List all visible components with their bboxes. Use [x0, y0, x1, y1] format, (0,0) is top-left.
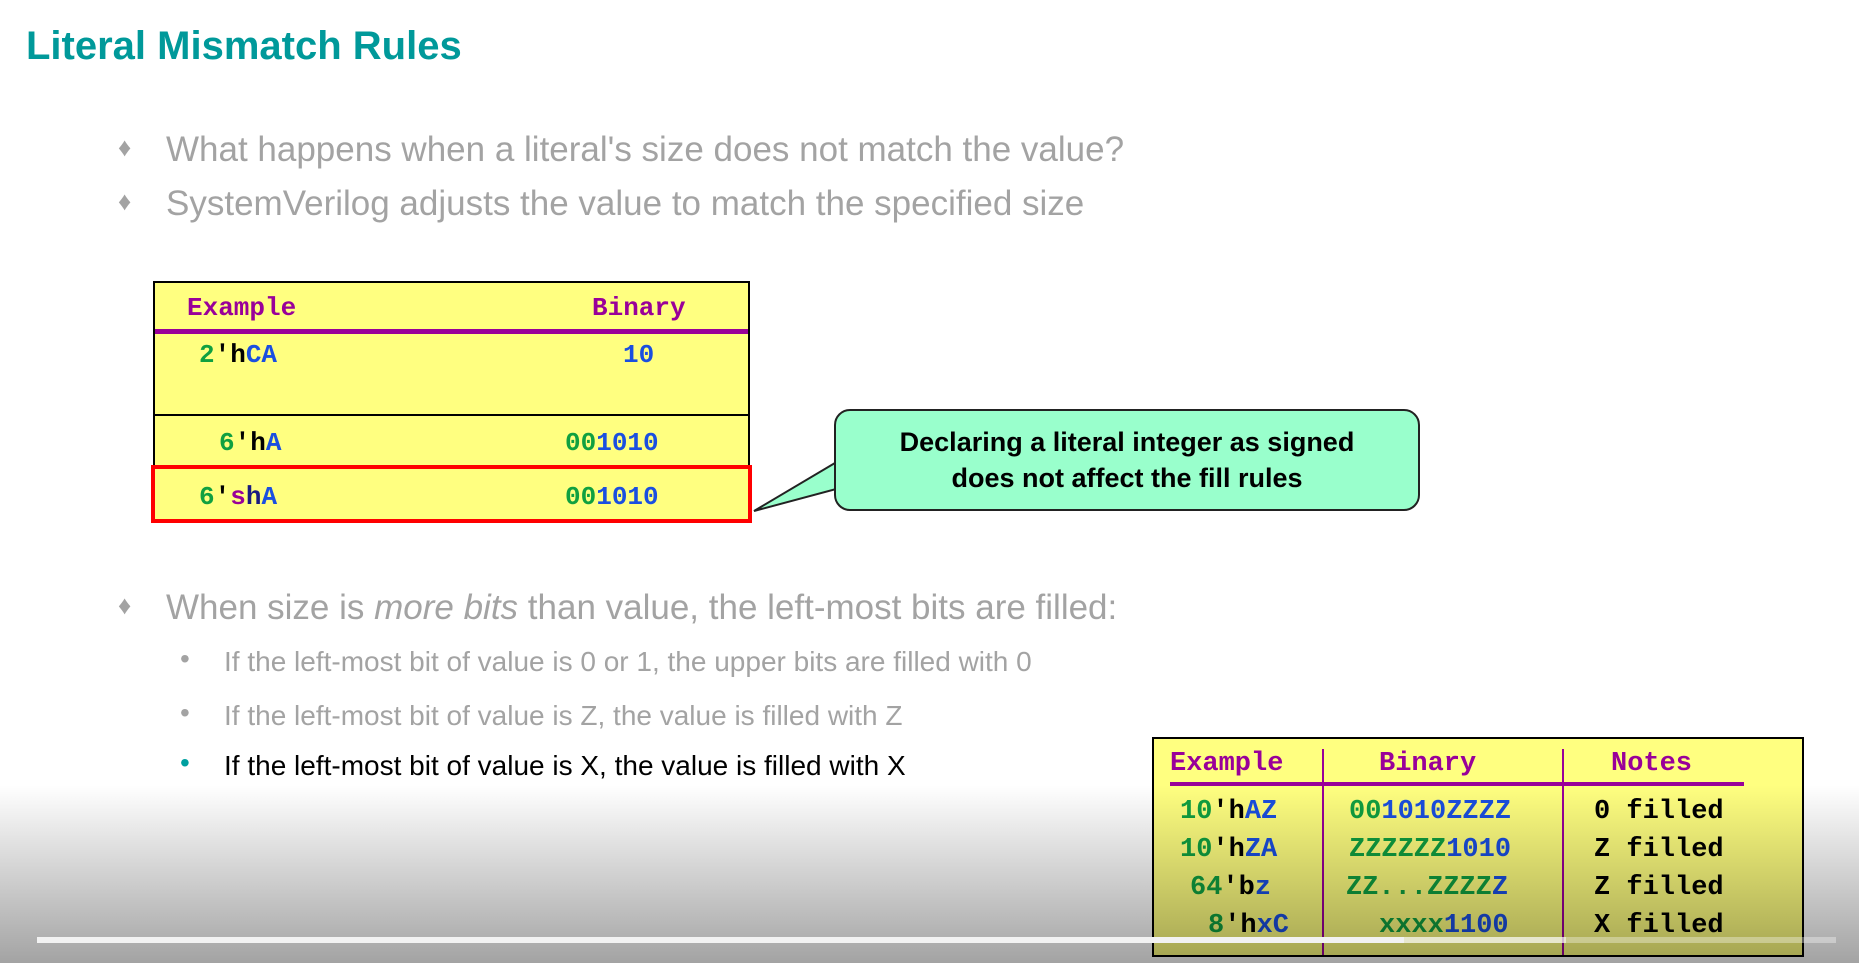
header-binary: Binary: [1379, 749, 1477, 779]
sub-bullet-text: If the left-most bit of value is X, the …: [224, 750, 906, 781]
binary-cell: 001010ZZZZ: [1349, 797, 1512, 827]
example-cell: 64'bz: [1190, 873, 1272, 903]
progress-played[interactable]: [37, 937, 1405, 943]
example-cell: 2'hCA: [199, 340, 278, 370]
dot-bullet-icon: •: [180, 643, 190, 674]
column-divider: [1322, 749, 1324, 955]
header-binary: Binary: [592, 293, 686, 323]
sub-bullet-text: If the left-most bit of value is Z, the …: [224, 700, 903, 731]
bullet-emphasis: more bits: [374, 588, 519, 627]
bullet-2: ♦ SystemVerilog adjusts the value to mat…: [118, 184, 1085, 224]
sub-bullet-3: • If the left-most bit of value is X, th…: [180, 747, 906, 782]
bullet-1: ♦ What happens when a literal's size doe…: [118, 130, 1125, 170]
header-example: Example: [187, 293, 297, 323]
notes-cell: Z filled: [1594, 835, 1724, 865]
row-divider: [155, 414, 748, 416]
callout-line: Declaring a literal integer as signed: [899, 427, 1355, 457]
slide-title: Literal Mismatch Rules: [26, 24, 462, 68]
column-divider: [1562, 749, 1564, 955]
dot-bullet-icon: •: [180, 747, 190, 778]
example-cell: 10'hZA: [1180, 835, 1278, 865]
bullet-text: What happens when a literal's size does …: [166, 130, 1125, 169]
sub-bullet-text: If the left-most bit of value is 0 or 1,…: [224, 646, 1032, 677]
callout-pointer: [753, 458, 841, 512]
fill-rules-table: Example Binary Notes 10'hAZ 001010ZZZZ 0…: [1152, 737, 1804, 957]
binary-cell: 10: [623, 340, 655, 370]
highlight-box: [151, 465, 752, 523]
table-header: Example Binary: [155, 283, 748, 334]
diamond-bullet-icon: ♦: [118, 590, 132, 620]
diamond-bullet-icon: ♦: [118, 186, 132, 216]
video-progress-bar[interactable]: [37, 937, 1836, 943]
sub-bullet-2: • If the left-most bit of value is Z, th…: [180, 697, 903, 732]
bullet-text: than value, the left-most bits are fille…: [518, 588, 1118, 627]
binary-cell: ZZZZZZ1010: [1349, 835, 1512, 865]
example-cell: 6'hA: [219, 428, 282, 458]
binary-cell: ZZ...ZZZZZ: [1346, 873, 1509, 903]
callout-line: does not affect the fill rules: [951, 463, 1303, 493]
notes-cell: 0 filled: [1594, 797, 1724, 827]
callout-note: Declaring a literal integer as signed do…: [834, 409, 1420, 511]
notes-cell: Z filled: [1594, 873, 1724, 903]
dot-bullet-icon: •: [180, 697, 190, 728]
header-notes: Notes: [1611, 749, 1693, 779]
bullet-text: SystemVerilog adjusts the value to match…: [166, 184, 1085, 223]
example-cell: 10'hAZ: [1180, 797, 1278, 827]
binary-cell: 001010: [565, 428, 659, 458]
bullet-3: ♦ When size is more bits than value, the…: [118, 588, 1118, 628]
sub-bullet-1: • If the left-most bit of value is 0 or …: [180, 643, 1032, 678]
header-example: Example: [1170, 749, 1284, 779]
diamond-bullet-icon: ♦: [118, 132, 132, 162]
bullet-text: When size is: [166, 588, 375, 627]
header-underline: [1170, 782, 1744, 786]
